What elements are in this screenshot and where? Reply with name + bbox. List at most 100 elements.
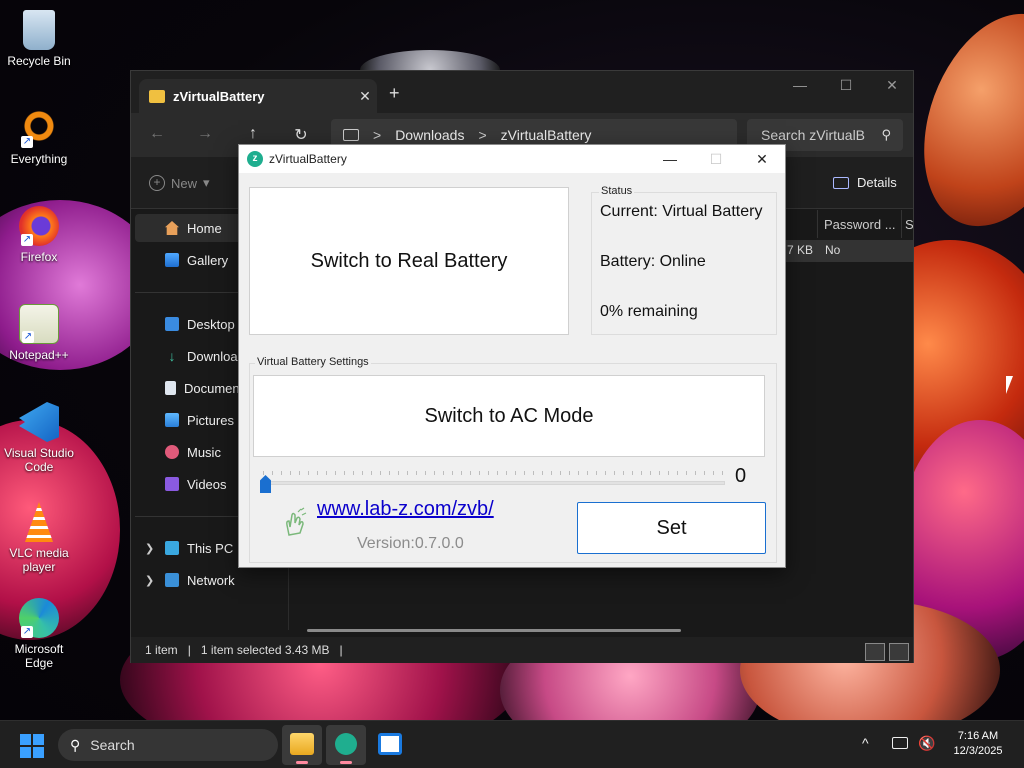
back-button[interactable]: ← — [145, 125, 169, 143]
desktop-icon-vscode[interactable]: Visual Studio Code — [1, 402, 77, 474]
desktop-icon-label: Firefox — [20, 250, 58, 264]
zvirtualbattery-window: z zVirtualBattery — ☐ ✕ Switch to Real B… — [238, 144, 786, 568]
minimize-button[interactable]: — — [647, 151, 693, 167]
breadcrumb-downloads[interactable]: Downloads — [395, 127, 464, 143]
wallpaper-shape — [896, 0, 1024, 248]
taskbar: ⚲ Search ^ 🔇 7:16 AM 12/3/2025 — [0, 720, 1024, 768]
clock-date: 12/3/2025 — [953, 745, 1003, 757]
refresh-button[interactable]: ↻ — [289, 125, 313, 145]
music-icon — [165, 445, 179, 459]
close-button[interactable]: ✕ — [869, 77, 915, 94]
slider-ticks — [263, 471, 725, 475]
tiles-view-icon[interactable] — [889, 643, 909, 661]
desktop-icon-label: Visual Studio Code — [4, 446, 74, 474]
column-header-size[interactable]: Si — [901, 210, 913, 238]
desktop-icon-everything[interactable]: ↗ Everything — [1, 108, 77, 166]
desktop-icon-edge[interactable]: ↗ Microsoft Edge — [1, 598, 77, 670]
taskbar-file-explorer[interactable] — [282, 725, 322, 765]
vlc-icon — [25, 502, 53, 542]
firefox-icon: ↗ — [19, 206, 59, 246]
website-link[interactable]: www.lab-z.com/zvb/ — [317, 498, 494, 521]
battery-level-slider[interactable] — [263, 481, 725, 485]
shortcut-arrow-icon: ↗ — [21, 136, 33, 148]
desktop-icon-notepadpp[interactable]: ↗ Notepad++ — [1, 304, 77, 362]
sidebar-item-label: Network — [187, 572, 235, 588]
sidebar-item-label: This PC — [187, 540, 234, 556]
cell-size: 7 KB — [787, 243, 814, 257]
desktop-icon-label: Recycle Bin — [7, 54, 71, 68]
desktop-icon-label: Everything — [10, 152, 68, 166]
gallery-icon — [165, 253, 179, 267]
details-button[interactable]: Details — [833, 175, 897, 190]
switch-to-real-battery-button[interactable]: Switch to Real Battery — [249, 187, 569, 335]
taskbar-zvirtualbattery[interactable] — [326, 725, 366, 765]
explorer-tab[interactable]: zVirtualBattery ✕ — [139, 79, 377, 113]
status-selection: 1 item selected 3.43 MB — [200, 643, 330, 657]
sidebar-item-label: Gallery — [187, 252, 229, 268]
download-icon: ↓ — [168, 348, 176, 364]
forward-button[interactable]: → — [193, 125, 217, 143]
sidebar-item-label: Videos — [187, 476, 227, 492]
sidebar-item-label: Home — [187, 220, 222, 236]
details-pane-icon — [833, 176, 849, 189]
desktop-icon — [165, 317, 179, 331]
breadcrumb-zvirtualbattery[interactable]: zVirtualBattery — [501, 127, 592, 143]
details-label: Details — [857, 175, 897, 190]
sidebar-item-label: Pictures — [187, 412, 234, 428]
document-icon — [165, 381, 176, 395]
maximize-button[interactable]: ☐ — [823, 77, 869, 94]
shortcut-arrow-icon: ↗ — [22, 331, 34, 343]
desktop-icon-vlc[interactable]: VLC media player — [1, 502, 77, 574]
switch-to-ac-mode-button[interactable]: Switch to AC Mode — [253, 375, 765, 457]
set-button[interactable]: Set — [577, 502, 766, 554]
minimize-button[interactable]: — — [777, 77, 823, 93]
edge-icon: ↗ — [19, 598, 59, 638]
volume-muted-icon[interactable]: 🔇 — [918, 735, 935, 752]
shortcut-arrow-icon: ↗ — [21, 234, 33, 246]
zvb-titlebar: z zVirtualBattery — ☐ ✕ — [239, 145, 785, 173]
folder-icon — [149, 89, 165, 103]
search-icon: ⚲ — [70, 736, 81, 753]
running-indicator — [340, 761, 352, 764]
chevron-right-icon: > — [373, 127, 382, 143]
zvb-logo-icon: z — [247, 151, 263, 167]
mouse-cursor-icon — [1006, 376, 1013, 394]
horizontal-scrollbar[interactable] — [307, 629, 681, 632]
zvb-window-title: zVirtualBattery — [269, 152, 347, 166]
system-clock[interactable]: 7:16 AM 12/3/2025 — [946, 729, 1010, 759]
battery-state-text: Battery: Online — [600, 253, 706, 270]
status-bar: 1 item | 1 item selected 3.43 MB | — [131, 637, 913, 663]
everything-icon: ↗ — [19, 108, 59, 148]
taskbar-search-input[interactable]: ⚲ Search — [58, 729, 278, 761]
desktop-icon-label: VLC media player — [9, 546, 69, 574]
current-mode-text: Current: Virtual Battery — [600, 203, 763, 220]
search-placeholder: Search zVirtualB — [761, 127, 866, 143]
up-button[interactable]: ↑ — [241, 125, 265, 143]
network-icon — [165, 573, 179, 587]
network-icon[interactable] — [892, 737, 908, 749]
start-button[interactable] — [20, 734, 44, 758]
new-tab-button[interactable]: + — [389, 83, 400, 104]
chevron-right-icon[interactable]: ❯ — [145, 542, 154, 555]
status-group-title: Status — [599, 185, 635, 197]
details-view-icon[interactable] — [865, 643, 885, 661]
new-button[interactable]: + New ▾ — [149, 175, 210, 191]
close-button[interactable]: ✕ — [739, 151, 785, 168]
maximize-button: ☐ — [709, 150, 723, 167]
desktop-icon-recycle-bin[interactable]: Recycle Bin — [1, 10, 77, 68]
explorer-titlebar: zVirtualBattery ✕ + — ☐ ✕ — [131, 71, 913, 113]
desktop-icon-label: Notepad++ — [9, 348, 69, 362]
column-header-password[interactable]: Password ... — [817, 210, 903, 238]
plus-icon: + — [149, 175, 165, 191]
show-hidden-icons-button[interactable]: ^ — [862, 735, 869, 751]
new-label: New — [171, 175, 198, 191]
folder-icon — [290, 733, 314, 755]
chevron-right-icon[interactable]: ❯ — [145, 574, 154, 587]
zvb-app-icon — [335, 733, 357, 755]
status-separator: | — [187, 643, 191, 657]
desktop-icon-firefox[interactable]: ↗ Firefox — [1, 206, 77, 264]
sidebar-item-network[interactable]: ❯ Network — [135, 566, 287, 594]
tab-close-icon[interactable]: ✕ — [353, 88, 377, 105]
version-text: Version:0.7.0.0 — [357, 535, 464, 552]
taskbar-app[interactable] — [370, 725, 410, 765]
